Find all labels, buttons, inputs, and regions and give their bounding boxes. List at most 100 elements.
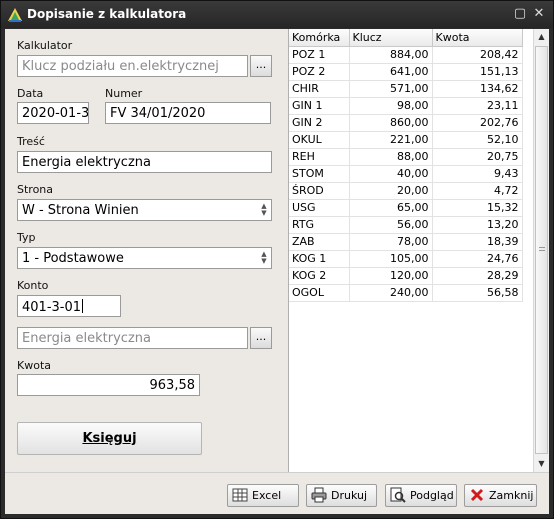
data-label: Data	[17, 87, 44, 100]
cell-kwota: 56,58	[432, 284, 523, 302]
kalkulator-browse-button[interactable]: ...	[250, 55, 272, 77]
konto-description-field[interactable]: Energia elektryczna	[17, 327, 248, 349]
kwota-field[interactable]: 963,58	[17, 374, 200, 396]
date-field[interactable]: 2020-01-31	[17, 102, 89, 124]
excel-button[interactable]: Excel	[227, 484, 299, 507]
grid-row[interactable]: STOM 40,00 9,43	[289, 165, 523, 183]
grid-row[interactable]: ZAB 78,00 18,39	[289, 233, 523, 251]
konto-browse-button[interactable]: ...	[250, 327, 272, 349]
grid-row[interactable]: POZ 2 641,00 151,13	[289, 63, 523, 81]
cell-klucz: 78,00	[349, 233, 433, 251]
cell-komorka: ŚROD	[289, 182, 350, 200]
text-cursor	[82, 299, 84, 313]
grid-row[interactable]: POZ 1 884,00 208,42	[289, 46, 523, 64]
grid-row[interactable]: GIN 1 98,00 23,11	[289, 97, 523, 115]
cell-komorka: KOG 1	[289, 250, 350, 268]
maximize-icon[interactable]: ▢	[512, 6, 528, 22]
cell-kwota: 13,20	[432, 216, 523, 234]
kwota-label: Kwota	[17, 359, 51, 372]
strona-label: Strona	[17, 183, 54, 196]
scroll-thumb[interactable]	[535, 46, 548, 454]
cell-klucz: 884,00	[349, 46, 433, 64]
dialog-body: Kalkulator Klucz podziału en.elektryczne…	[5, 29, 549, 514]
grid-row[interactable]: REH 88,00 20,75	[289, 148, 523, 166]
cell-klucz: 571,00	[349, 80, 433, 98]
podglad-button[interactable]: Podgląd	[385, 484, 457, 507]
grid-row[interactable]: CHIR 571,00 134,62	[289, 80, 523, 98]
cell-klucz: 40,00	[349, 165, 433, 183]
drukuj-label: Drukuj	[331, 489, 368, 502]
cell-komorka: RTG	[289, 216, 350, 234]
grid-row[interactable]: USG 65,00 15,32	[289, 199, 523, 217]
grid-row[interactable]: ŚROD 20,00 4,72	[289, 182, 523, 200]
printer-icon	[311, 487, 327, 503]
button-bar: Excel Drukuj Podgląd Zamknij	[5, 472, 549, 514]
cell-komorka: CHIR	[289, 80, 350, 98]
preview-magnifier-icon	[390, 487, 406, 503]
cell-kwota: 18,39	[432, 233, 523, 251]
red-x-icon	[470, 488, 484, 502]
grid-row[interactable]: KOG 1 105,00 24,76	[289, 250, 523, 268]
konto-field[interactable]: 401-3-01	[17, 295, 121, 317]
cell-komorka: POZ 2	[289, 63, 350, 81]
title-bar: Dopisanie z kalkulatora ▢ ✕	[1, 1, 553, 28]
scroll-up-icon[interactable]: ▲	[534, 29, 549, 45]
grid-row[interactable]: KOG 2 120,00 28,29	[289, 267, 523, 285]
grid-row[interactable]: OKUL 221,00 52,10	[289, 131, 523, 149]
kalkulator-field[interactable]: Klucz podziału en.elektrycznej	[17, 55, 248, 77]
cell-klucz: 98,00	[349, 97, 433, 115]
typ-label: Typ	[17, 231, 36, 244]
cell-klucz: 56,00	[349, 216, 433, 234]
excel-icon	[232, 488, 248, 502]
cell-klucz: 20,00	[349, 182, 433, 200]
window-title: Dopisanie z kalkulatora	[27, 7, 187, 21]
cell-klucz: 105,00	[349, 250, 433, 268]
cell-kwota: 20,75	[432, 148, 523, 166]
typ-value: 1 - Podstawowe	[22, 251, 124, 266]
cell-kwota: 15,32	[432, 199, 523, 217]
cell-kwota: 24,76	[432, 250, 523, 268]
cell-kwota: 151,13	[432, 63, 523, 81]
cell-kwota: 52,10	[432, 131, 523, 149]
zamknij-label: Zamknij	[489, 489, 534, 502]
konto-value: 401-3-01	[22, 300, 82, 315]
grid-row[interactable]: GIN 2 860,00 202,76	[289, 114, 523, 132]
zamknij-button[interactable]: Zamknij	[464, 484, 537, 507]
cell-komorka: KOG 2	[289, 267, 350, 285]
konto-label: Konto	[17, 279, 49, 292]
tresc-label: Treść	[17, 135, 45, 148]
number-field[interactable]: FV 34/01/2020	[105, 102, 271, 124]
column-header-kwota[interactable]: Kwota	[432, 29, 523, 47]
cell-komorka: OKUL	[289, 131, 350, 149]
grid-row[interactable]: OGOL 240,00 56,58	[289, 284, 523, 302]
ksieguj-button[interactable]: Księguj	[17, 422, 202, 455]
cell-kwota: 202,76	[432, 114, 523, 132]
grip-icon	[539, 247, 545, 251]
cell-klucz: 240,00	[349, 284, 433, 302]
cell-kwota: 4,72	[432, 182, 523, 200]
updown-icon: ▲ ▼	[261, 250, 267, 265]
column-header-klucz[interactable]: Klucz	[349, 29, 433, 47]
tresc-field[interactable]: Energia elektryczna	[17, 151, 272, 173]
cell-komorka: USG	[289, 199, 350, 217]
podglad-label: Podgląd	[410, 489, 454, 502]
cell-kwota: 208,42	[432, 46, 523, 64]
typ-select[interactable]: 1 - Podstawowe ▲ ▼	[17, 247, 272, 269]
strona-select[interactable]: W - Strona Winien ▲ ▼	[17, 199, 272, 221]
cell-komorka: ZAB	[289, 233, 350, 251]
grid-row[interactable]: RTG 56,00 13,20	[289, 216, 523, 234]
drukuj-button[interactable]: Drukuj	[306, 484, 377, 507]
scroll-down-icon[interactable]: ▼	[534, 456, 549, 472]
cell-klucz: 221,00	[349, 131, 433, 149]
column-header-komorka[interactable]: Komórka	[289, 29, 350, 47]
vertical-scrollbar[interactable]: ▲ ▼	[533, 29, 549, 472]
cell-komorka: OGOL	[289, 284, 350, 302]
cell-kwota: 23,11	[432, 97, 523, 115]
grid-header-row: Komórka Klucz Kwota	[289, 29, 523, 47]
kalkulator-label: Kalkulator	[17, 39, 73, 52]
cell-kwota: 134,62	[432, 80, 523, 98]
cell-kwota: 9,43	[432, 165, 523, 183]
cell-klucz: 641,00	[349, 63, 433, 81]
cell-klucz: 88,00	[349, 148, 433, 166]
close-icon[interactable]: ✕	[531, 6, 547, 22]
